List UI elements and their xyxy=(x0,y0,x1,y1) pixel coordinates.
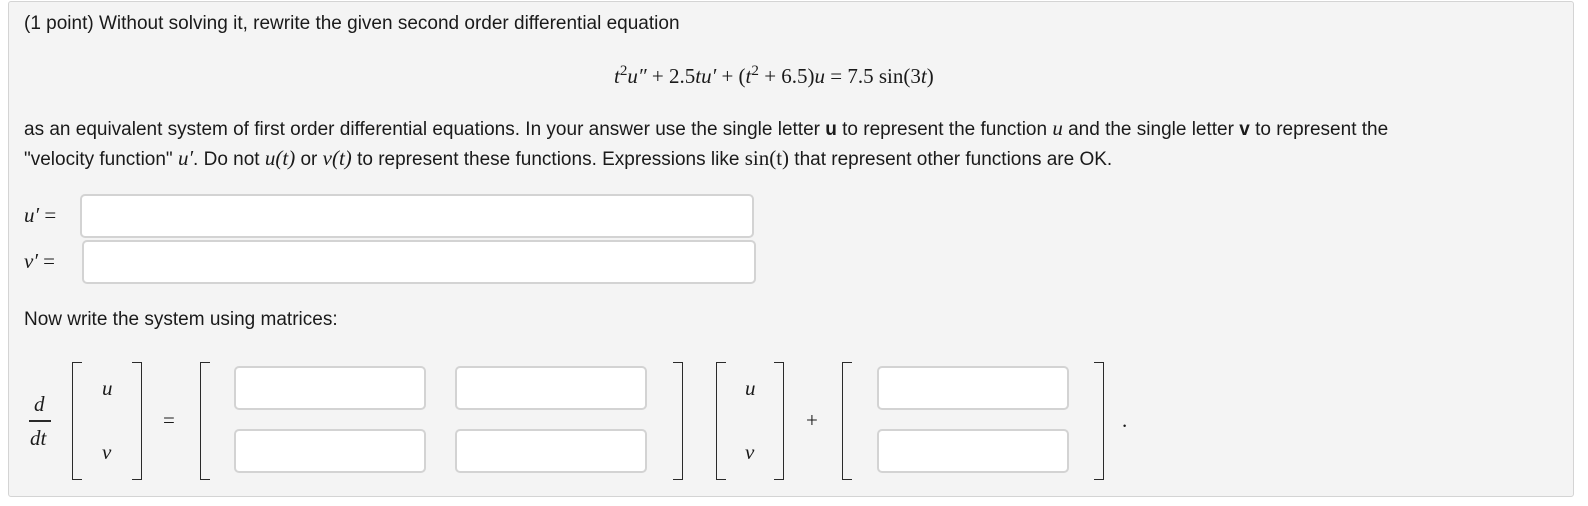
forcing-b1-input[interactable] xyxy=(877,366,1069,410)
matrix-a22-input[interactable] xyxy=(455,429,647,473)
coefficient-matrix-right-bracket xyxy=(673,362,683,480)
forcing-vector-right-bracket xyxy=(1094,362,1104,480)
instructions-line-2: "velocity function" u′. Do not u(t) or v… xyxy=(24,146,1113,170)
lhs-vector-right-bracket xyxy=(132,362,142,480)
lhs-vector-left-bracket xyxy=(72,362,82,480)
rhs-vector-left-bracket xyxy=(716,362,726,480)
problem-intro: (1 point) Without solving it, rewrite th… xyxy=(24,13,680,34)
matrix-a12-input[interactable] xyxy=(455,366,647,410)
matrix-period: . xyxy=(1122,408,1128,432)
rhs-vector-v: v xyxy=(745,440,755,464)
u-prime-label: u′ = xyxy=(24,203,57,227)
u-prime-input[interactable] xyxy=(80,194,754,238)
rhs-vector-u: u xyxy=(745,376,756,400)
matrix-equals: = xyxy=(163,408,175,432)
lhs-vector-v: v xyxy=(102,440,112,464)
derivative-numerator: d xyxy=(34,392,45,416)
derivative-denominator: dt xyxy=(30,426,47,450)
v-prime-label: v′ = xyxy=(24,249,56,273)
derivative-fraction-bar xyxy=(29,420,51,422)
forcing-b2-input[interactable] xyxy=(877,429,1069,473)
v-prime-input[interactable] xyxy=(82,240,756,284)
matrix-prompt: Now write the system using matrices: xyxy=(24,309,338,330)
rhs-vector-right-bracket xyxy=(774,362,784,480)
lhs-vector-u: u xyxy=(102,376,113,400)
coefficient-matrix-left-bracket xyxy=(200,362,210,480)
matrix-plus: + xyxy=(806,408,818,432)
instructions-line-1: as an equivalent system of first order d… xyxy=(24,116,1389,140)
matrix-a11-input[interactable] xyxy=(234,366,426,410)
differential-equation: t2u″ + 2.5tu′ + (t2 + 6.5)u = 7.5 sin(3t… xyxy=(614,62,934,88)
forcing-vector-left-bracket xyxy=(842,362,852,480)
matrix-a21-input[interactable] xyxy=(234,429,426,473)
